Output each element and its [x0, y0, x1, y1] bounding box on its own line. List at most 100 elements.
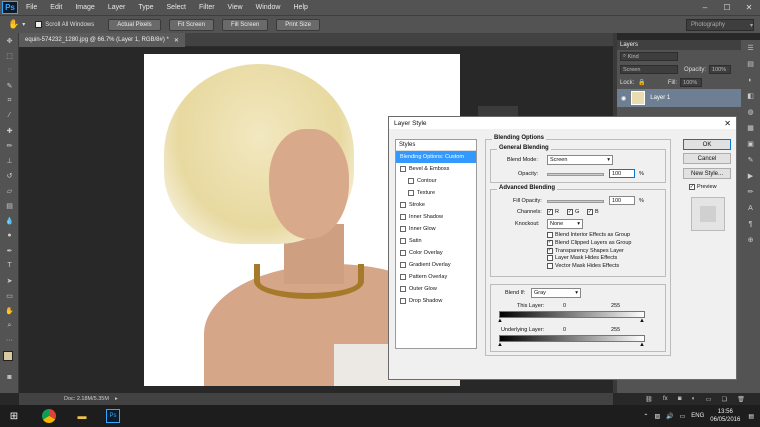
quick-select-tool-icon[interactable]: ✎	[0, 78, 19, 93]
advanced-option-checkbox[interactable]: ✓ Blend Clipped Layers as Group	[547, 239, 631, 246]
style-checkbox[interactable]	[408, 178, 414, 184]
ok-button[interactable]: OK	[683, 139, 731, 150]
style-item[interactable]: Stroke	[396, 199, 476, 211]
menu-edit[interactable]: Edit	[50, 4, 62, 11]
mask-icon[interactable]: ◙	[678, 396, 682, 402]
style-checkbox[interactable]	[400, 286, 406, 292]
path-select-tool-icon[interactable]: ➤	[0, 273, 19, 288]
style-item[interactable]: Blending Options: Custom	[396, 151, 476, 163]
style-checkbox[interactable]	[400, 226, 406, 232]
style-item[interactable]: Bevel & Emboss	[396, 163, 476, 175]
style-checkbox[interactable]	[400, 166, 406, 172]
style-checkbox[interactable]	[408, 190, 414, 196]
slider-left-handle-icon[interactable]: ▲	[497, 318, 503, 324]
scroll-all-windows-option[interactable]: Scroll All Windows	[35, 21, 94, 28]
eye-icon[interactable]: ◉	[621, 95, 626, 102]
healing-tool-icon[interactable]: ✚	[0, 123, 19, 138]
clone-source-panel-icon[interactable]: ⊕	[741, 232, 760, 248]
hand-tool-icon[interactable]: ✋	[8, 19, 19, 30]
minimize-icon[interactable]: –	[694, 0, 716, 15]
crop-tool-icon[interactable]: ⌗	[0, 93, 19, 108]
slider-right-handle-icon[interactable]: ▲	[639, 318, 645, 324]
history-panel-icon[interactable]: ☰	[741, 40, 760, 56]
print-size-button[interactable]: Print Size	[276, 18, 320, 31]
swatches-panel-icon[interactable]: ▦	[741, 120, 760, 136]
paragraph-panel-icon[interactable]: ¶	[741, 216, 760, 232]
style-checkbox[interactable]	[400, 238, 406, 244]
style-item[interactable]: Drop Shadow	[396, 295, 476, 307]
styles-panel-icon[interactable]: ◧	[741, 88, 760, 104]
close-icon[interactable]: ✕	[724, 119, 731, 128]
stamp-tool-icon[interactable]: ⊥	[0, 153, 19, 168]
style-item[interactable]: Inner Shadow	[396, 211, 476, 223]
shape-tool-icon[interactable]: ▭	[0, 288, 19, 303]
channel-r-checkbox[interactable]: ✓ R	[547, 209, 559, 215]
layers-panel-header[interactable]: Layers	[617, 40, 760, 50]
dodge-tool-icon[interactable]: ●	[0, 228, 19, 243]
folder-icon[interactable]: ▭	[706, 396, 712, 403]
style-item[interactable]: Contour	[396, 175, 476, 187]
foreground-color-swatch[interactable]	[3, 351, 13, 361]
eraser-tool-icon[interactable]: ▱	[0, 183, 19, 198]
style-item[interactable]: Gradient Overlay	[396, 259, 476, 271]
menu-type[interactable]: Type	[138, 4, 153, 11]
preview-checkbox[interactable]: ✓ Preview	[689, 184, 717, 190]
layer-filter-select[interactable]: ⌕ Kind	[620, 52, 678, 61]
tool-preset-chevron-icon[interactable]: ▾	[22, 21, 25, 28]
zoom-tool-icon[interactable]: ⌕	[0, 318, 19, 333]
fill-opacity-field[interactable]: 100	[609, 196, 635, 205]
move-tool-icon[interactable]: ✥	[0, 33, 19, 48]
language-indicator[interactable]: ENG	[691, 413, 704, 419]
style-item[interactable]: Inner Glow	[396, 223, 476, 235]
volume-icon[interactable]: 🔊	[666, 413, 673, 420]
opacity-slider[interactable]	[547, 173, 604, 176]
styles-header[interactable]: Styles	[396, 140, 476, 151]
paths-panel-icon[interactable]: ✎	[741, 152, 760, 168]
channel-g-checkbox[interactable]: ✓ G	[567, 209, 579, 215]
actual-pixels-button[interactable]: Actual Pixels	[108, 18, 161, 31]
menu-layer[interactable]: Layer	[108, 4, 126, 11]
style-checkbox[interactable]	[400, 250, 406, 256]
new-layer-icon[interactable]: ❏	[722, 396, 727, 403]
close-icon[interactable]: ✕	[174, 37, 179, 44]
pen-tool-icon[interactable]: ✒	[0, 243, 19, 258]
advanced-option-checkbox[interactable]: ✓ Transparency Shapes Layer	[547, 247, 631, 254]
lock-icon[interactable]: 🔒	[638, 79, 645, 86]
cancel-button[interactable]: Cancel	[683, 153, 731, 164]
style-checkbox[interactable]	[400, 262, 406, 268]
color-panel-icon[interactable]: ◍	[741, 104, 760, 120]
adjustment-layer-icon[interactable]: ◐	[692, 396, 696, 402]
layer-row[interactable]: ◉ Layer 1	[617, 89, 760, 107]
advanced-option-checkbox[interactable]: Blend Interior Effects as Group	[547, 232, 631, 238]
this-layer-gradient[interactable]	[499, 311, 645, 318]
history-brush-icon[interactable]: ↺	[0, 168, 19, 183]
layer-blend-mode-select[interactable]: Screen	[620, 65, 678, 74]
eyedropper-tool-icon[interactable]: ⁄	[0, 108, 19, 123]
style-checkbox[interactable]	[400, 202, 406, 208]
lasso-tool-icon[interactable]: ◌	[0, 63, 19, 78]
underlying-gradient[interactable]	[499, 335, 645, 342]
gradient-tool-icon[interactable]: ▤	[0, 198, 19, 213]
layer-opacity-field[interactable]: 100%	[709, 65, 732, 74]
brush-panel-icon[interactable]: ✏	[741, 184, 760, 200]
fill-screen-button[interactable]: Fill Screen	[221, 18, 269, 31]
quick-mask-icon[interactable]: ◙	[0, 370, 19, 385]
layer-fill-field[interactable]: 100%	[680, 78, 703, 87]
advanced-option-checkbox[interactable]: Layer Mask Hides Effects	[547, 255, 631, 262]
blend-mode-select[interactable]: Screen ▾	[547, 155, 613, 165]
workspace-select[interactable]: Photography ▾	[686, 19, 754, 31]
properties-panel-icon[interactable]: ▤	[741, 56, 760, 72]
status-arrow-icon[interactable]: ▸	[115, 396, 118, 402]
style-item[interactable]: Color Overlay	[396, 247, 476, 259]
chrome-icon[interactable]	[42, 409, 56, 423]
clock[interactable]: 13:56 06/05/2016	[710, 408, 740, 424]
photoshop-taskbar-icon[interactable]: Ps	[106, 409, 120, 423]
notifications-icon[interactable]: ▤	[748, 413, 754, 420]
document-tab[interactable]: equin-574232_1280.jpg @ 66.7% (Layer 1, …	[19, 33, 185, 47]
style-checkbox[interactable]	[400, 298, 406, 304]
menu-image[interactable]: Image	[75, 4, 94, 11]
windows-start-icon[interactable]: ⊞	[4, 406, 24, 426]
menu-file[interactable]: File	[26, 4, 37, 11]
type-tool-icon[interactable]: T	[0, 258, 19, 273]
style-item[interactable]: Texture	[396, 187, 476, 199]
